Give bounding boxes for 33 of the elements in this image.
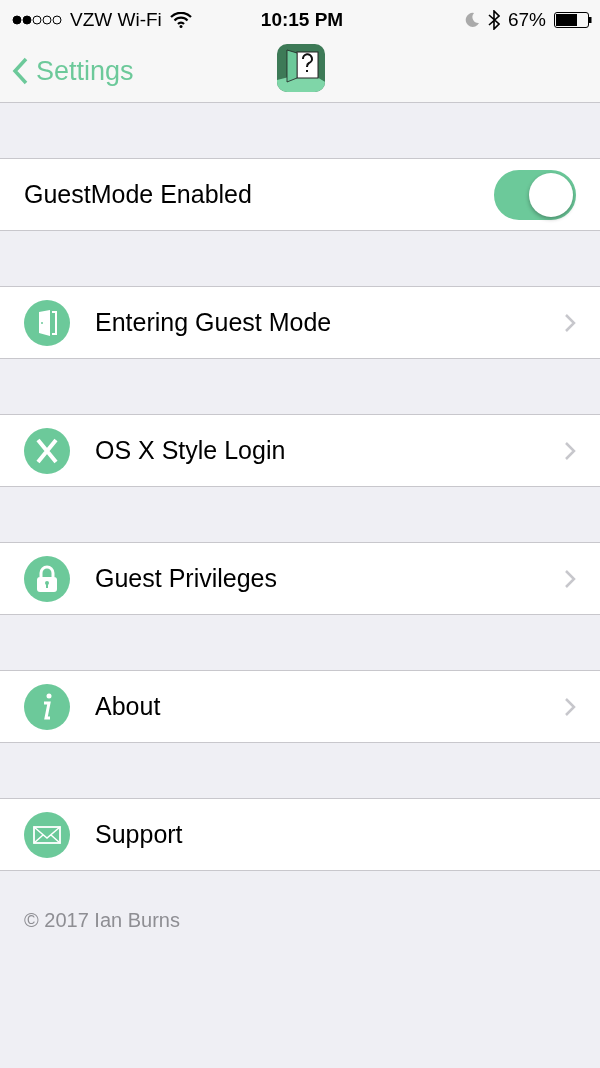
lock-icon xyxy=(24,555,70,602)
battery-icon xyxy=(554,12,592,28)
battery-percent: 67% xyxy=(507,9,546,31)
settings-row[interactable]: GuestMode Enabled xyxy=(0,158,600,231)
chevron-icon xyxy=(564,312,576,333)
chevron-icon xyxy=(564,568,576,589)
row-label: About xyxy=(95,692,162,721)
menu-row[interactable]: Entering Guest Mode xyxy=(0,286,600,359)
info-icon xyxy=(24,683,70,730)
row-label: Guest Privileges xyxy=(95,564,279,593)
moon-icon xyxy=(463,12,480,28)
menu-row[interactable]: Support xyxy=(0,798,600,871)
signal-icon xyxy=(12,15,62,25)
clock: 10:15 PM xyxy=(260,9,344,31)
chevron-icon xyxy=(564,440,576,461)
toggle-switch[interactable] xyxy=(494,169,576,220)
menu-row[interactable]: OS X Style Login xyxy=(0,414,600,487)
carrier: VZW Wi-Fi xyxy=(70,9,162,31)
bluetooth-icon xyxy=(487,10,500,30)
x-mark-icon xyxy=(24,427,70,474)
chevron-icon xyxy=(564,696,576,717)
envelope-icon xyxy=(24,811,70,858)
door-icon xyxy=(24,299,70,346)
row-label: Support xyxy=(95,820,184,849)
wifi-icon xyxy=(169,12,192,28)
row-label: OS X Style Login xyxy=(95,436,287,465)
menu-row[interactable]: Guest Privileges xyxy=(0,542,600,615)
back-chevron-icon xyxy=(12,57,28,85)
app-door-icon xyxy=(277,44,325,92)
row-label: GuestMode Enabled xyxy=(24,180,253,209)
copyright-text: © 2017 Ian Burns xyxy=(23,908,181,932)
row-label: Entering Guest Mode xyxy=(95,308,333,337)
menu-row[interactable]: About xyxy=(0,670,600,743)
